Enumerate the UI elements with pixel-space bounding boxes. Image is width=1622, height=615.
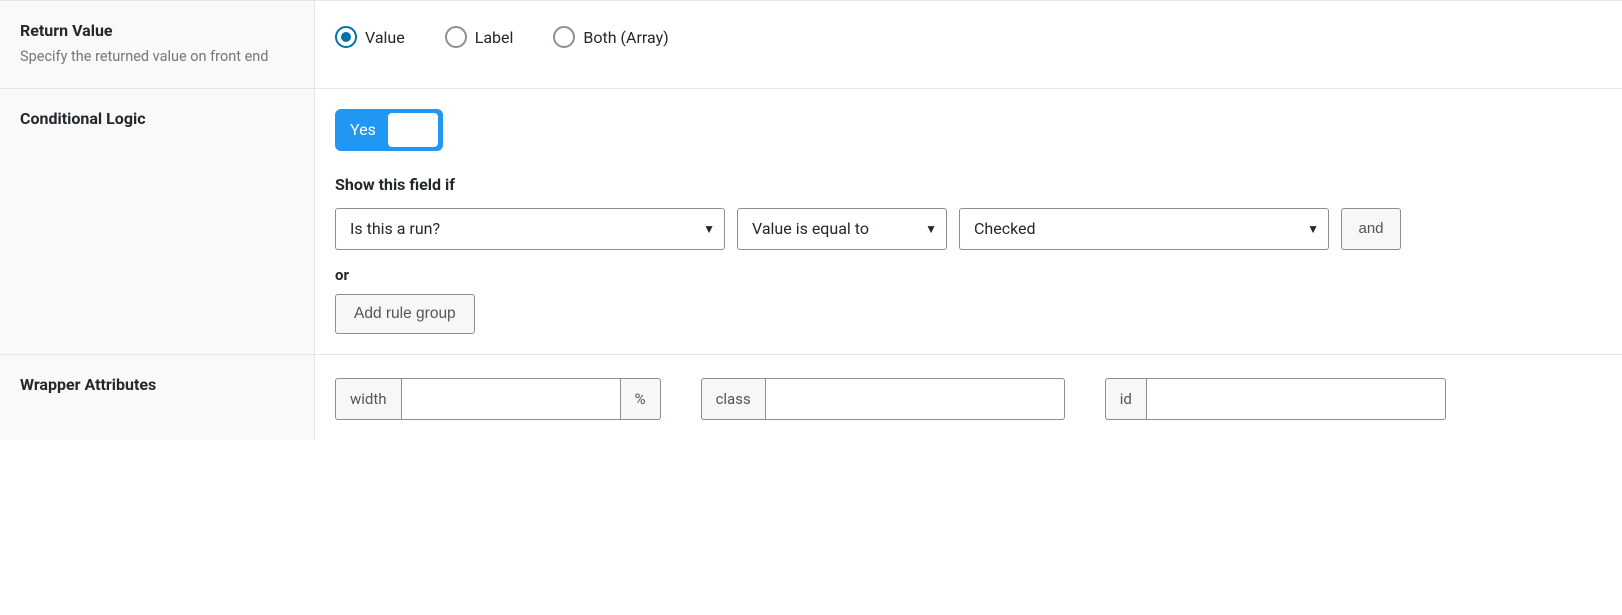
radio-value-label: Value — [365, 28, 405, 47]
return-value-label-col: Return Value Specify the returned value … — [0, 1, 315, 88]
and-button[interactable]: and — [1341, 208, 1401, 250]
rule-value-select[interactable]: Checked — [959, 208, 1329, 250]
wrapper-attributes-title: Wrapper Attributes — [20, 375, 294, 394]
width-group: width % — [335, 378, 661, 420]
radio-label-label: Label — [475, 28, 514, 47]
wrapper-attrs-group: width % class id — [335, 375, 1602, 420]
return-value-content: Value Label Both (Array) — [315, 1, 1622, 88]
add-rule-group-button[interactable]: Add rule group — [335, 294, 475, 334]
toggle-handle — [388, 113, 438, 147]
rule-operator-wrap: Value is equal to ▼ — [737, 208, 947, 250]
radio-circle-icon — [445, 26, 467, 48]
radio-value[interactable]: Value — [335, 26, 405, 48]
conditional-logic-content: Yes Show this field if Is this a run? ▼ … — [315, 89, 1622, 354]
show-if-heading: Show this field if — [335, 175, 1602, 194]
radio-label[interactable]: Label — [445, 26, 514, 48]
radio-circle-icon — [335, 26, 357, 48]
wrapper-attributes-content: width % class id — [315, 355, 1622, 440]
class-group: class — [701, 378, 1065, 420]
conditional-logic-toggle[interactable]: Yes — [335, 109, 443, 151]
rule-operator-select[interactable]: Value is equal to — [737, 208, 947, 250]
conditional-logic-title: Conditional Logic — [20, 109, 294, 128]
id-group: id — [1105, 378, 1446, 420]
wrapper-attributes-row: Wrapper Attributes width % class id — [0, 354, 1622, 440]
id-input[interactable] — [1146, 378, 1446, 420]
class-prefix: class — [701, 378, 765, 420]
or-label: or — [335, 266, 1602, 284]
width-input[interactable] — [401, 378, 621, 420]
wrapper-attributes-label-col: Wrapper Attributes — [0, 355, 315, 440]
rule-field-value: Is this a run? — [350, 219, 440, 238]
class-input[interactable] — [765, 378, 1065, 420]
return-value-row: Return Value Specify the returned value … — [0, 0, 1622, 88]
toggle-yes-label: Yes — [340, 120, 388, 139]
width-suffix: % — [621, 378, 661, 420]
return-value-title: Return Value — [20, 21, 294, 40]
return-value-radio-group: Value Label Both (Array) — [335, 21, 1602, 48]
rule-value-wrap: Checked ▼ — [959, 208, 1329, 250]
radio-both[interactable]: Both (Array) — [553, 26, 668, 48]
rule-row: Is this a run? ▼ Value is equal to ▼ Che… — [335, 208, 1602, 250]
rule-operator-value: Value is equal to — [752, 219, 869, 238]
radio-both-label: Both (Array) — [583, 28, 668, 47]
return-value-description: Specify the returned value on front end — [20, 46, 294, 68]
width-prefix: width — [335, 378, 401, 420]
rule-value-text: Checked — [974, 219, 1036, 238]
id-prefix: id — [1105, 378, 1146, 420]
conditional-logic-row: Conditional Logic Yes Show this field if… — [0, 88, 1622, 354]
rule-field-select[interactable]: Is this a run? — [335, 208, 725, 250]
rule-field-wrap: Is this a run? ▼ — [335, 208, 725, 250]
conditional-logic-label-col: Conditional Logic — [0, 89, 315, 354]
radio-circle-icon — [553, 26, 575, 48]
